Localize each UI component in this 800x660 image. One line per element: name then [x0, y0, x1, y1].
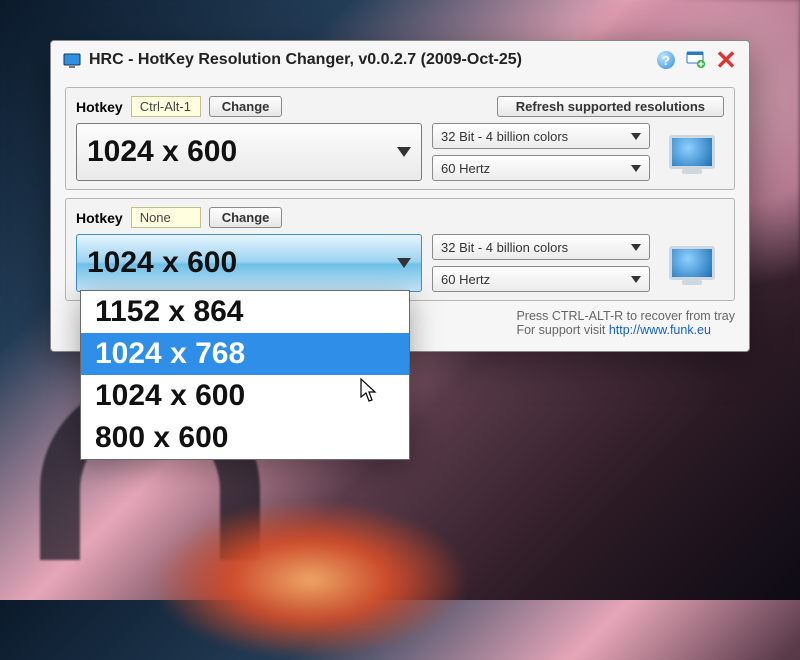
resolution-dropdown[interactable]: 1024 x 600	[76, 123, 422, 181]
refresh-rate-value: 60 Hertz	[441, 272, 490, 287]
color-depth-value: 32 Bit - 4 billion colors	[441, 240, 568, 255]
resolution-value: 1024 x 600	[87, 135, 237, 169]
minimize-to-tray-button[interactable]	[685, 49, 707, 71]
monitor-icon	[669, 246, 715, 280]
chevron-down-icon	[397, 258, 411, 268]
support-line: For support visit http://www.funk.eu	[516, 323, 735, 337]
apply-resolution-button[interactable]	[660, 234, 724, 292]
change-hotkey-button[interactable]: Change	[209, 207, 283, 228]
chevron-down-icon	[631, 133, 641, 140]
hotkey-slot-2: Hotkey None Change 1024 x 600 32 Bit - 4…	[65, 198, 735, 301]
hotkey-label: Hotkey	[76, 99, 123, 115]
window-title: HRC - HotKey Resolution Changer, v0.0.2.…	[89, 51, 647, 69]
resolution-value: 1024 x 600	[87, 246, 237, 280]
hotkey-slot-1: Hotkey Ctrl-Alt-1 Change Refresh support…	[65, 87, 735, 190]
app-icon	[63, 53, 81, 67]
monitor-icon	[669, 135, 715, 169]
titlebar-buttons: ? ✕	[655, 49, 737, 71]
titlebar: HRC - HotKey Resolution Changer, v0.0.2.…	[51, 41, 749, 79]
tray-icon	[686, 51, 706, 69]
refresh-rate-dropdown[interactable]: 60 Hertz	[432, 155, 650, 181]
refresh-resolutions-button[interactable]: Refresh supported resolutions	[497, 96, 724, 117]
color-depth-value: 32 Bit - 4 billion colors	[441, 129, 568, 144]
resolution-option[interactable]: 1024 x 600	[81, 375, 409, 417]
hotkey-field[interactable]: Ctrl-Alt-1	[131, 96, 201, 117]
color-depth-dropdown[interactable]: 32 Bit - 4 billion colors	[432, 234, 650, 260]
resolution-dropdown-list[interactable]: 1152 x 8641024 x 7681024 x 600800 x 600	[80, 290, 410, 460]
refresh-rate-value: 60 Hertz	[441, 161, 490, 176]
support-link[interactable]: http://www.funk.eu	[609, 323, 711, 337]
chevron-down-icon	[631, 165, 641, 172]
resolution-dropdown[interactable]: 1024 x 600	[76, 234, 422, 292]
chevron-down-icon	[631, 276, 641, 283]
resolution-option[interactable]: 1152 x 864	[81, 291, 409, 333]
hotkey-field[interactable]: None	[131, 207, 201, 228]
close-icon: ✕	[715, 47, 737, 73]
tray-hint: Press CTRL-ALT-R to recover from tray	[516, 309, 735, 323]
apply-resolution-button[interactable]	[660, 123, 724, 181]
color-depth-dropdown[interactable]: 32 Bit - 4 billion colors	[432, 123, 650, 149]
hotkey-label: Hotkey	[76, 210, 123, 226]
change-hotkey-button[interactable]: Change	[209, 96, 283, 117]
resolution-option[interactable]: 800 x 600	[81, 417, 409, 459]
help-icon: ?	[657, 51, 675, 69]
chevron-down-icon	[397, 147, 411, 157]
chevron-down-icon	[631, 244, 641, 251]
close-button[interactable]: ✕	[715, 49, 737, 71]
help-button[interactable]: ?	[655, 49, 677, 71]
refresh-rate-dropdown[interactable]: 60 Hertz	[432, 266, 650, 292]
resolution-option[interactable]: 1024 x 768	[81, 333, 409, 375]
